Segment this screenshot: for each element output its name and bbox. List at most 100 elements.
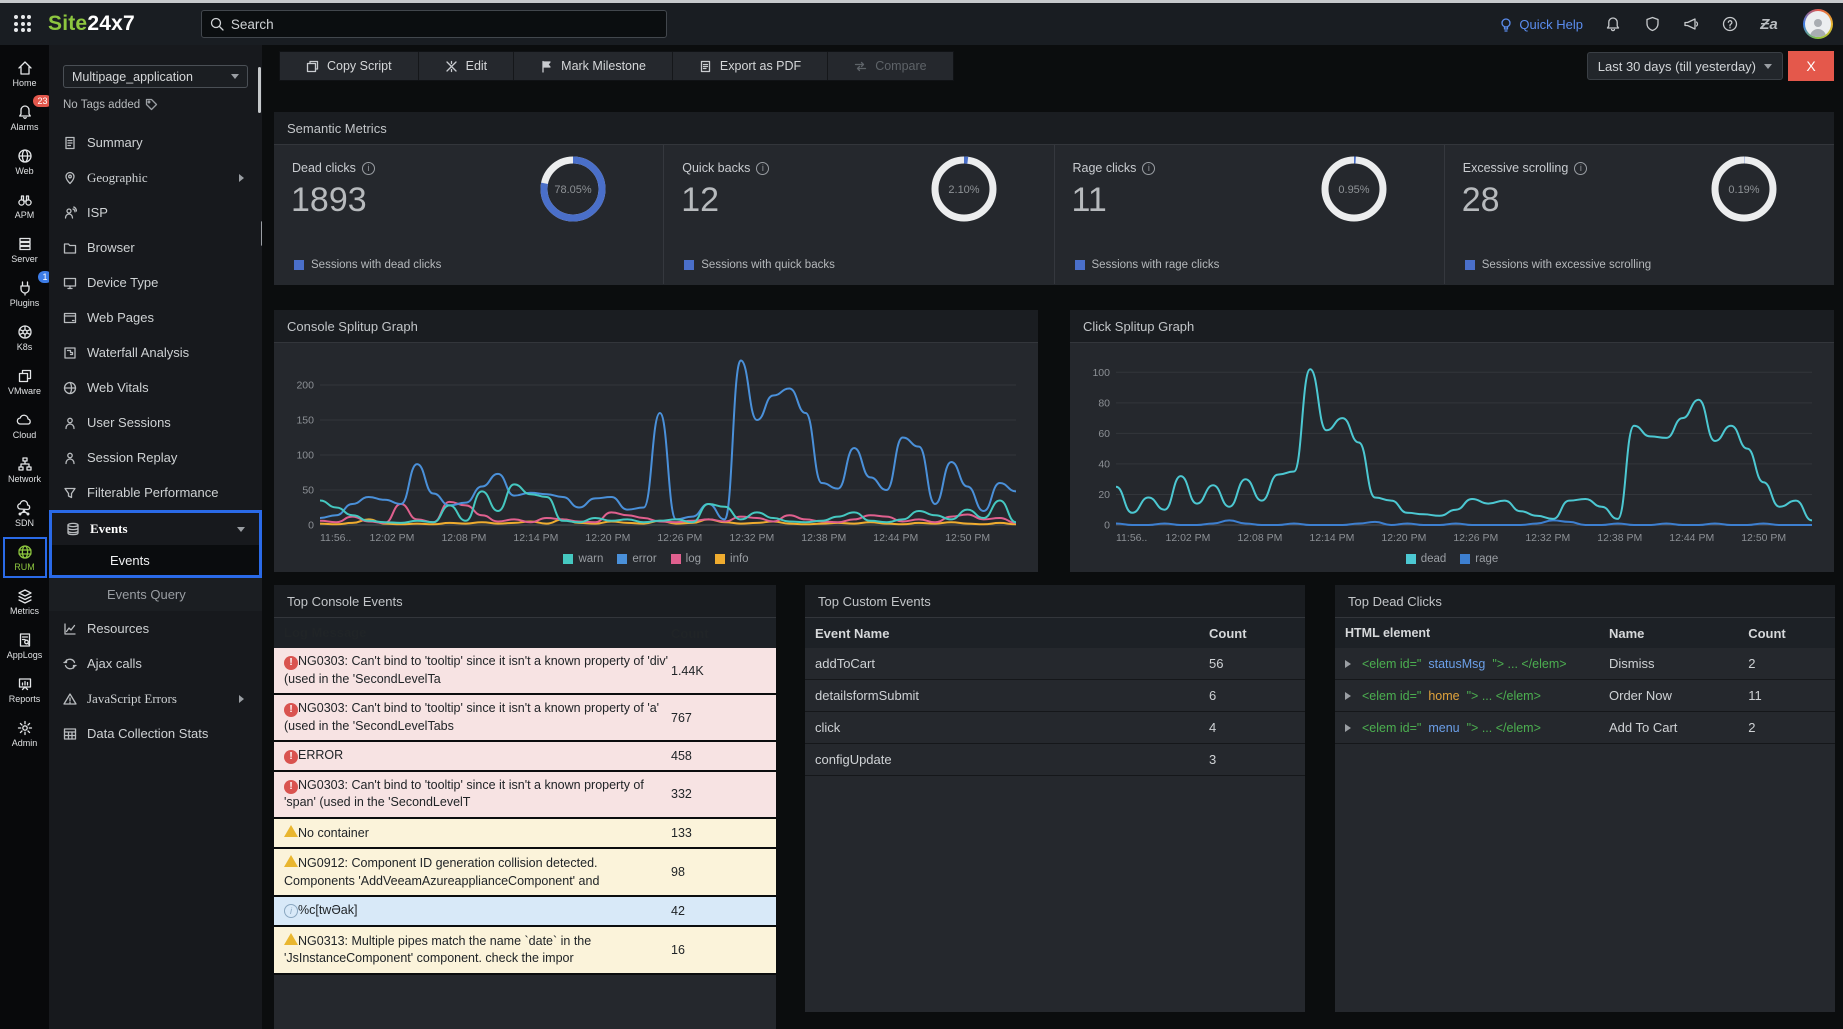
table-icon: [63, 727, 77, 741]
svg-text:0: 0: [1104, 520, 1110, 532]
user-avatar[interactable]: [1803, 9, 1833, 39]
sidebar: Multipage_application No Tags added Summ…: [49, 45, 262, 1029]
rail-item-cloud[interactable]: Cloud: [3, 405, 47, 446]
bell-icon: [1605, 16, 1621, 32]
global-search[interactable]: [201, 10, 667, 38]
sidebar-item-isp[interactable]: ISP: [49, 195, 262, 230]
expand-chevron-icon[interactable]: [1345, 660, 1355, 668]
rail-item-metrics[interactable]: Metrics: [3, 581, 47, 622]
rail-item-admin[interactable]: Admin: [3, 713, 47, 754]
rail-item-network[interactable]: Network: [3, 449, 47, 490]
legend-swatch: [684, 260, 694, 270]
table-row[interactable]: ERROR 458: [274, 742, 776, 772]
sidebar-item-ajax-calls[interactable]: Ajax calls: [49, 646, 262, 681]
table-row[interactable]: NG0912: Component ID generation collisio…: [274, 849, 776, 897]
sidebar-item-session-replay[interactable]: Session Replay: [49, 440, 262, 475]
sidebar-scrollbar[interactable]: [258, 67, 261, 113]
metric-dead-clicks: Dead clicksi 1893 78.05% Sessions with d…: [274, 145, 664, 284]
question-circle-icon: [1722, 16, 1738, 32]
svg-text:12:38 PM: 12:38 PM: [1597, 532, 1642, 544]
sidebar-item-events[interactable]: Events: [52, 513, 259, 545]
info-icon[interactable]: i: [362, 162, 375, 175]
click-splitup-chart[interactable]: 02040608010011:56..12:02 PM12:08 PM12:14…: [1080, 347, 1822, 547]
rail-item-home[interactable]: Home: [3, 53, 47, 94]
application-selector[interactable]: Multipage_application: [63, 65, 248, 88]
sidebar-item-filterable-performance[interactable]: Filterable Performance: [49, 475, 262, 510]
svg-text:100: 100: [1092, 367, 1110, 379]
console-splitup-chart[interactable]: 05010015020011:56..12:02 PM12:08 PM12:14…: [284, 347, 1026, 547]
notifications-button[interactable]: [1604, 15, 1622, 33]
sidebar-item-waterfall-analysis[interactable]: Waterfall Analysis: [49, 335, 262, 370]
sidebar-subitem-events[interactable]: Events: [52, 545, 259, 575]
table-row[interactable]: detailsformSubmit 6: [805, 680, 1305, 712]
error-icon: [284, 750, 298, 764]
sidebar-item-web-pages[interactable]: Web Pages: [49, 300, 262, 335]
table-row[interactable]: click 4: [805, 712, 1305, 744]
edit-button[interactable]: Edit: [419, 52, 515, 80]
warning-icon: [284, 825, 298, 837]
table-row[interactable]: addToCart 56: [805, 648, 1305, 680]
sidebar-item-geographic[interactable]: Geographic: [49, 160, 262, 195]
announcements-button[interactable]: [1682, 15, 1700, 33]
legend-swatch: [1465, 260, 1475, 270]
expand-chevron-icon[interactable]: [1345, 692, 1355, 700]
svg-text:200: 200: [296, 380, 314, 392]
rail-item-vmware[interactable]: VMware: [3, 361, 47, 402]
info-icon[interactable]: i: [756, 162, 769, 175]
sidebar-item-summary[interactable]: Summary: [49, 125, 262, 160]
rail-item-apm[interactable]: APM: [3, 185, 47, 226]
table-row[interactable]: NG0313: Multiple pipes match the name `d…: [274, 927, 776, 975]
compare-button[interactable]: Compare: [828, 52, 952, 80]
sidebar-item-javascript-errors[interactable]: JavaScript Errors: [49, 681, 262, 716]
close-monitor-button[interactable]: X: [1788, 51, 1834, 81]
site24x7-logo[interactable]: Site24x7: [48, 12, 135, 36]
table-row[interactable]: <elem id=" statusMsg "> ... </elem> Dism…: [1335, 648, 1835, 680]
sidebar-item-web-vitals[interactable]: Web Vitals: [49, 370, 262, 405]
table-row[interactable]: NG0303: Can't bind to 'tooltip' since it…: [274, 772, 776, 819]
rail-item-reports[interactable]: Reports: [3, 669, 47, 710]
sidebar-item-data-collection-stats[interactable]: Data Collection Stats: [49, 716, 262, 751]
date-range-selector[interactable]: Last 30 days (till yesterday): [1587, 52, 1783, 80]
info-icon[interactable]: i: [1142, 162, 1155, 175]
info-icon[interactable]: i: [1574, 162, 1587, 175]
expand-chevron-icon[interactable]: [1345, 724, 1355, 732]
quick-help-button[interactable]: Quick Help: [1499, 17, 1583, 32]
tags-row[interactable]: No Tags added: [63, 98, 248, 111]
table-row[interactable]: configUpdate 3: [805, 744, 1305, 776]
zoho-signature-icon[interactable]: Ƶa: [1760, 15, 1778, 33]
rail-item-applogs[interactable]: AppLogs: [3, 625, 47, 666]
monitor-icon: [63, 276, 77, 290]
legend-swatch: [671, 554, 681, 564]
click-chart-legend: dead rage: [1080, 553, 1824, 565]
table-row[interactable]: NG0303: Can't bind to 'tooltip' since it…: [274, 695, 776, 742]
rail-item-sdn[interactable]: SDN: [3, 493, 47, 534]
security-button[interactable]: [1643, 15, 1661, 33]
sidebar-subitem-events-query[interactable]: Events Query: [49, 578, 262, 611]
table-row[interactable]: <elem id=" menu "> ... </elem> Add To Ca…: [1335, 712, 1835, 744]
search-input[interactable]: [231, 17, 658, 32]
person-silhouette-icon: [1807, 15, 1829, 37]
mark-milestone-button[interactable]: Mark Milestone: [514, 52, 673, 80]
sidebar-item-device-type[interactable]: Device Type: [49, 265, 262, 300]
rail-item-plugins[interactable]: 1 Plugins: [3, 273, 47, 314]
app-grid-icon[interactable]: [14, 15, 32, 33]
copy-icon: [306, 60, 319, 73]
table-row[interactable]: <elem id=" home "> ... </elem> Order Now…: [1335, 680, 1835, 712]
sidebar-item-user-sessions[interactable]: User Sessions: [49, 405, 262, 440]
table-row[interactable]: No container 133: [274, 819, 776, 850]
rail-item-web[interactable]: Web: [3, 141, 47, 182]
metric-value: 11: [1072, 181, 1107, 220]
rail-item-rum[interactable]: RUM: [3, 537, 47, 578]
semantic-metrics-title: Semantic Metrics: [274, 112, 1834, 145]
kubernetes-icon: [17, 324, 33, 340]
table-row[interactable]: NG0303: Can't bind to 'tooltip' since it…: [274, 648, 776, 695]
export-pdf-button[interactable]: Export as PDF: [673, 52, 828, 80]
copy-script-button[interactable]: Copy Script: [280, 52, 419, 80]
table-row[interactable]: %c[twƏak] 42: [274, 897, 776, 927]
help-button[interactable]: [1721, 15, 1739, 33]
rail-item-k8s[interactable]: K8s: [3, 317, 47, 358]
rail-item-alarms[interactable]: 23 Alarms: [3, 97, 47, 138]
sidebar-item-browser[interactable]: Browser: [49, 230, 262, 265]
rail-item-server[interactable]: Server: [3, 229, 47, 270]
sidebar-item-resources[interactable]: Resources: [49, 611, 262, 646]
